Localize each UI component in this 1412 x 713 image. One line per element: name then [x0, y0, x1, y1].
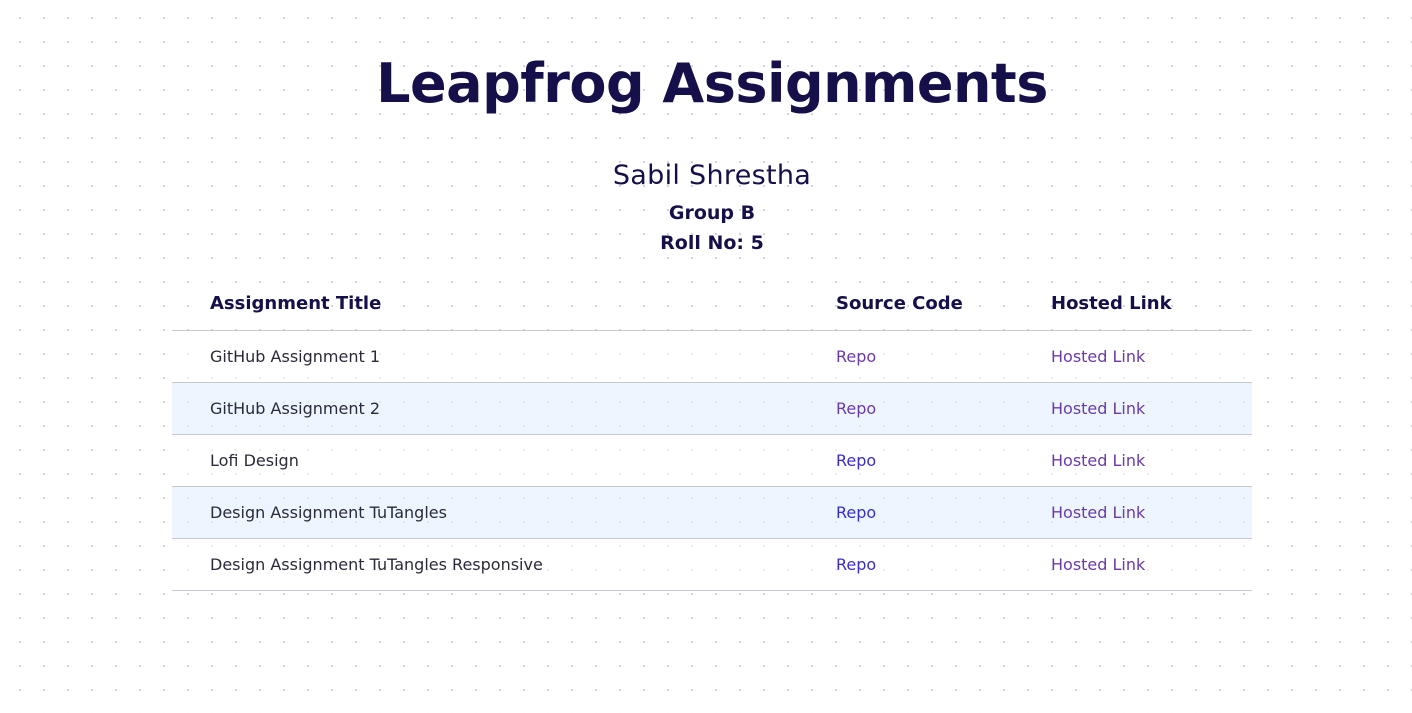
hosted-link-cell: Hosted Link — [1051, 330, 1252, 383]
page: Leapfrog Assignments Sabil Shrestha Grou… — [0, 0, 1412, 713]
repo-link[interactable]: Repo — [836, 399, 876, 418]
source-code-cell: Repo — [836, 434, 1051, 487]
hosted-link[interactable]: Hosted Link — [1051, 555, 1145, 574]
table-row: Design Assignment TuTangles Repo Hosted … — [172, 486, 1252, 539]
hosted-link-cell: Hosted Link — [1051, 382, 1252, 435]
page-title: Leapfrog Assignments — [376, 52, 1048, 115]
source-code-cell: Repo — [836, 330, 1051, 383]
student-group: Group B — [668, 202, 756, 224]
table-row: Lofi Design Repo Hosted Link — [172, 434, 1252, 487]
assignment-title-cell: Lofi Design — [172, 434, 836, 487]
header-source-code: Source Code — [836, 276, 1051, 331]
assignment-title-cell: Design Assignment TuTangles Responsive — [172, 538, 836, 591]
repo-link[interactable]: Repo — [836, 555, 876, 574]
hosted-link[interactable]: Hosted Link — [1051, 399, 1145, 418]
table-header-row: Assignment Title Source Code Hosted Link — [172, 276, 1252, 331]
table-row: GitHub Assignment 1 Repo Hosted Link — [172, 330, 1252, 383]
assignment-title-cell: GitHub Assignment 2 — [172, 382, 836, 435]
hosted-link[interactable]: Hosted Link — [1051, 503, 1145, 522]
student-roll-number: Roll No: 5 — [660, 232, 764, 254]
repo-link[interactable]: Repo — [836, 347, 876, 366]
table-row: GitHub Assignment 2 Repo Hosted Link — [172, 382, 1252, 435]
repo-link[interactable]: Repo — [836, 451, 876, 470]
hosted-link[interactable]: Hosted Link — [1051, 451, 1145, 470]
table-row: Design Assignment TuTangles Responsive R… — [172, 538, 1252, 591]
hosted-link[interactable]: Hosted Link — [1051, 347, 1145, 366]
hosted-link-cell: Hosted Link — [1051, 486, 1252, 539]
source-code-cell: Repo — [836, 486, 1051, 539]
assignment-title-cell: Design Assignment TuTangles — [172, 486, 836, 539]
assignment-title-cell: GitHub Assignment 1 — [172, 330, 836, 383]
assignments-table: Assignment Title Source Code Hosted Link… — [172, 276, 1252, 591]
header-hosted-link: Hosted Link — [1051, 276, 1252, 331]
header-assignment-title: Assignment Title — [172, 276, 836, 331]
hosted-link-cell: Hosted Link — [1051, 538, 1252, 591]
student-name: Sabil Shrestha — [612, 160, 812, 191]
source-code-cell: Repo — [836, 538, 1051, 591]
source-code-cell: Repo — [836, 382, 1051, 435]
hosted-link-cell: Hosted Link — [1051, 434, 1252, 487]
repo-link[interactable]: Repo — [836, 503, 876, 522]
